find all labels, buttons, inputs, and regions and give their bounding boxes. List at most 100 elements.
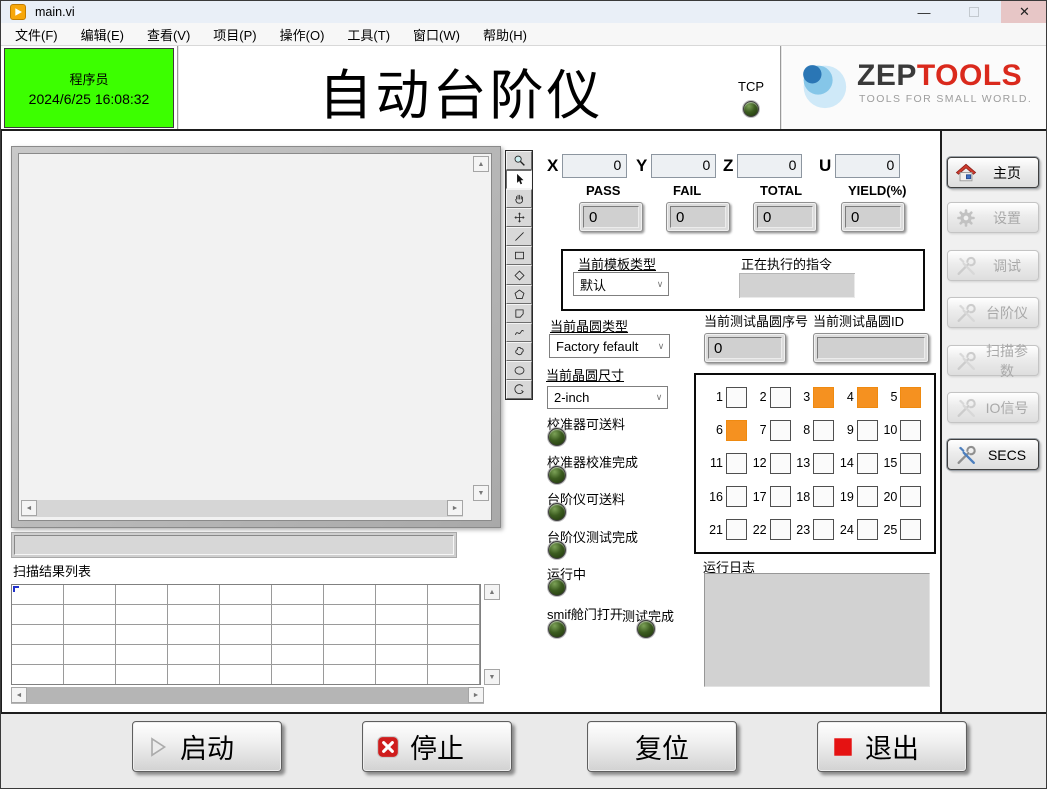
table-cell[interactable]: [324, 625, 376, 645]
table-cell[interactable]: [376, 665, 428, 685]
footer-button-start[interactable]: 启动: [132, 721, 282, 772]
close-button[interactable]: ✕: [1001, 1, 1047, 23]
wafer-checkbox-3[interactable]: [813, 387, 834, 408]
menu-item[interactable]: 窗口(W): [409, 24, 464, 45]
sidebar-button-secs[interactable]: SECS: [947, 439, 1039, 470]
wafer-checkbox-23[interactable]: [813, 519, 834, 540]
table-cell[interactable]: [116, 585, 168, 605]
hand-tool-icon[interactable]: [506, 189, 532, 208]
table-cell[interactable]: [324, 585, 376, 605]
wafer-checkbox-13[interactable]: [813, 453, 834, 474]
template-type-dropdown[interactable]: 默认 ∨: [573, 272, 669, 296]
table-cell[interactable]: [116, 625, 168, 645]
wafer-checkbox-1[interactable]: [726, 387, 747, 408]
table-cell[interactable]: [272, 605, 324, 625]
table-cell[interactable]: [116, 645, 168, 665]
minimize-button[interactable]: —: [899, 1, 949, 23]
table-cell[interactable]: [376, 605, 428, 625]
table-cell[interactable]: [168, 605, 220, 625]
table-scroll-right-icon[interactable]: ►: [468, 687, 484, 703]
maximize-button[interactable]: [949, 1, 999, 23]
table-scroll-up-icon[interactable]: ▲: [484, 584, 500, 600]
sidebar-button-profiler[interactable]: 台阶仪: [947, 297, 1039, 328]
table-scroll-left-icon[interactable]: ◄: [11, 687, 27, 703]
table-cell[interactable]: [428, 605, 480, 625]
line-tool-icon[interactable]: [506, 227, 532, 246]
table-cell[interactable]: [116, 605, 168, 625]
table-cell[interactable]: [220, 585, 272, 605]
table-cell[interactable]: [428, 625, 480, 645]
arc-tool-icon[interactable]: [506, 380, 532, 399]
table-cell[interactable]: [12, 585, 64, 605]
table-scroll-down-icon[interactable]: ▼: [484, 669, 500, 685]
menu-item[interactable]: 查看(V): [143, 24, 194, 45]
footer-button-reset[interactable]: 复位: [587, 721, 737, 772]
table-cell[interactable]: [272, 585, 324, 605]
wafer-checkbox-19[interactable]: [857, 486, 878, 507]
diamond-tool-icon[interactable]: [506, 265, 532, 284]
table-cell[interactable]: [64, 625, 116, 645]
menu-item[interactable]: 帮助(H): [479, 24, 531, 45]
table-cell[interactable]: [168, 645, 220, 665]
wafer-checkbox-18[interactable]: [813, 486, 834, 507]
table-cell[interactable]: [324, 645, 376, 665]
menu-item[interactable]: 编辑(E): [77, 24, 128, 45]
rectangle-tool-icon[interactable]: [506, 246, 532, 265]
table-hscrollbar[interactable]: ◄ ►: [11, 687, 484, 704]
cursor-tool-icon[interactable]: [506, 170, 532, 189]
table-cell[interactable]: [168, 625, 220, 645]
graph-scroll-up-icon[interactable]: ▲: [473, 156, 489, 172]
table-cell[interactable]: [12, 605, 64, 625]
table-cell[interactable]: [12, 665, 64, 685]
table-cell[interactable]: [376, 585, 428, 605]
freehand-tool-icon[interactable]: [506, 323, 532, 342]
wafer-checkbox-12[interactable]: [770, 453, 791, 474]
table-cell[interactable]: [428, 645, 480, 665]
table-cell[interactable]: [12, 645, 64, 665]
graph-scroll-left-icon[interactable]: ◄: [21, 500, 37, 516]
table-cell[interactable]: [220, 645, 272, 665]
menu-item[interactable]: 项目(P): [209, 24, 260, 45]
table-cell[interactable]: [64, 585, 116, 605]
wafer-checkbox-20[interactable]: [900, 486, 921, 507]
table-cell[interactable]: [324, 665, 376, 685]
wafer-checkbox-10[interactable]: [900, 420, 921, 441]
wafer-size-dropdown[interactable]: 2-inch ∨: [547, 386, 668, 409]
table-cell[interactable]: [272, 665, 324, 685]
sidebar-button-debug[interactable]: 调试: [947, 250, 1039, 281]
polygon-tool-icon[interactable]: [506, 304, 532, 323]
menu-item[interactable]: 文件(F): [11, 24, 62, 45]
wafer-checkbox-17[interactable]: [770, 486, 791, 507]
wafer-checkbox-16[interactable]: [726, 486, 747, 507]
table-cell[interactable]: [272, 645, 324, 665]
wafer-checkbox-8[interactable]: [813, 420, 834, 441]
table-cell[interactable]: [220, 625, 272, 645]
wafer-checkbox-14[interactable]: [857, 453, 878, 474]
wafer-checkbox-21[interactable]: [726, 519, 747, 540]
wafer-checkbox-11[interactable]: [726, 453, 747, 474]
graph-scroll-right-icon[interactable]: ►: [447, 500, 463, 516]
wafer-checkbox-25[interactable]: [900, 519, 921, 540]
wafer-checkbox-22[interactable]: [770, 519, 791, 540]
wafer-checkbox-15[interactable]: [900, 453, 921, 474]
table-cell[interactable]: [168, 585, 220, 605]
wafer-checkbox-4[interactable]: [857, 387, 878, 408]
table-cell[interactable]: [220, 605, 272, 625]
menu-item[interactable]: 工具(T): [343, 24, 394, 45]
wafer-checkbox-9[interactable]: [857, 420, 878, 441]
wafer-checkbox-24[interactable]: [857, 519, 878, 540]
graph-hscrollbar[interactable]: ◄ ►: [21, 500, 463, 517]
blob-tool-icon[interactable]: [506, 342, 532, 361]
table-cell[interactable]: [376, 625, 428, 645]
sidebar-button-settings[interactable]: 设置: [947, 202, 1039, 233]
sidebar-button-home[interactable]: 主页: [947, 157, 1039, 188]
sidebar-button-scan-params[interactable]: 扫描参数: [947, 345, 1039, 376]
menu-item[interactable]: 操作(O): [276, 24, 329, 45]
wafer-checkbox-5[interactable]: [900, 387, 921, 408]
oval-tool-icon[interactable]: [506, 361, 532, 380]
table-cell[interactable]: [12, 625, 64, 645]
wafer-checkbox-6[interactable]: [726, 420, 747, 441]
table-cell[interactable]: [168, 665, 220, 685]
pentagon-tool-icon[interactable]: [506, 285, 532, 304]
table-cell[interactable]: [220, 665, 272, 685]
